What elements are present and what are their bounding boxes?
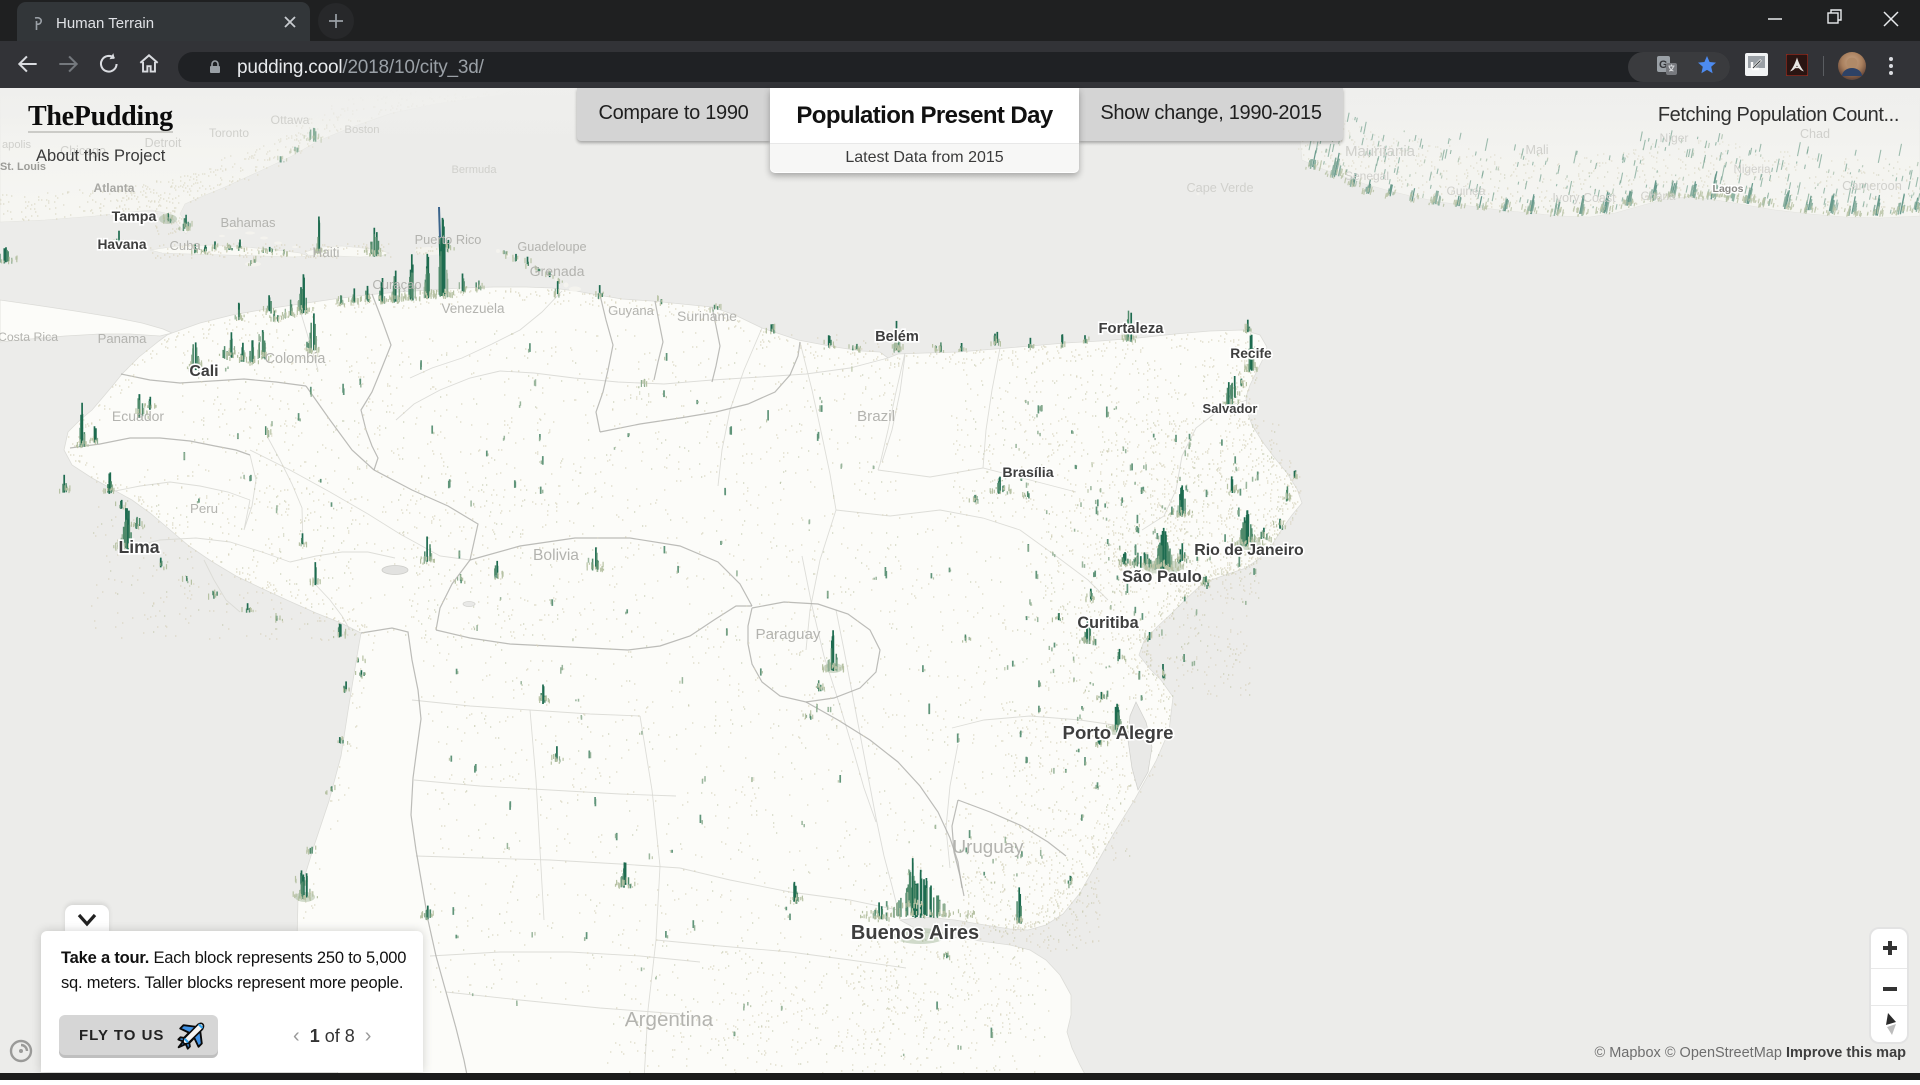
svg-text:Atlanta: Atlanta: [94, 181, 135, 195]
svg-text:Argentina: Argentina: [625, 1008, 714, 1031]
svg-text:Uruguay: Uruguay: [953, 836, 1025, 857]
svg-text:Guadeloupe: Guadeloupe: [517, 240, 586, 254]
svg-text:Havana: Havana: [97, 237, 146, 252]
svg-text:Buenos Aires: Buenos Aires: [851, 922, 979, 944]
svg-text:Guinea: Guinea: [1447, 184, 1486, 198]
svg-text:Bermuda: Bermuda: [451, 164, 497, 176]
svg-text:Mali: Mali: [1525, 143, 1548, 157]
svg-text:apolis: apolis: [2, 139, 31, 151]
svg-text:Guyana: Guyana: [608, 303, 655, 318]
svg-text:Ivory Coast: Ivory Coast: [1552, 191, 1616, 205]
svg-text:Brasília: Brasília: [1002, 465, 1053, 481]
svg-text:Lagos: Lagos: [1713, 183, 1744, 195]
svg-text:Bolivia: Bolivia: [533, 547, 579, 564]
svg-text:Lima: Lima: [118, 537, 159, 557]
svg-text:Puerto Rico: Puerto Rico: [415, 232, 482, 247]
svg-text:Ecuador: Ecuador: [112, 408, 164, 424]
svg-text:Curitiba: Curitiba: [1077, 614, 1139, 632]
svg-text:Nigeria: Nigeria: [1733, 163, 1771, 176]
svg-text:Belém: Belém: [875, 329, 919, 345]
svg-text:Salvador: Salvador: [1203, 401, 1258, 416]
svg-text:Haiti: Haiti: [312, 245, 339, 260]
svg-text:Colombia: Colombia: [265, 351, 326, 367]
svg-text:Paraguay: Paraguay: [755, 626, 820, 643]
svg-text:Ghana: Ghana: [1641, 190, 1676, 203]
svg-text:Venezuela: Venezuela: [441, 301, 505, 316]
svg-text:Grenada: Grenada: [530, 263, 585, 279]
svg-text:Panama: Panama: [98, 331, 147, 346]
svg-text:Mauritania: Mauritania: [1345, 143, 1416, 160]
svg-text:Chad: Chad: [1800, 127, 1830, 141]
svg-text:Cali: Cali: [189, 363, 218, 380]
svg-text:Senegal: Senegal: [1345, 169, 1389, 183]
svg-text:Cameroon: Cameroon: [1842, 178, 1902, 193]
svg-text:Brazil: Brazil: [857, 408, 895, 425]
svg-text:São Paulo: São Paulo: [1122, 568, 1202, 586]
svg-text:Peru: Peru: [190, 501, 218, 516]
svg-text:Tampa: Tampa: [112, 209, 157, 225]
svg-text:Cuba: Cuba: [169, 238, 201, 253]
svg-text:Rio de Janeiro: Rio de Janeiro: [1194, 542, 1304, 559]
svg-text:Fortaleza: Fortaleza: [1099, 321, 1165, 337]
svg-text:Boston: Boston: [344, 124, 379, 136]
svg-text:Bahamas: Bahamas: [221, 215, 276, 230]
svg-text:Porto Alegre: Porto Alegre: [1063, 722, 1174, 743]
svg-text:Ottawa: Ottawa: [271, 113, 310, 127]
svg-text:Recife: Recife: [1230, 346, 1272, 361]
svg-text:Niger: Niger: [1660, 131, 1689, 145]
svg-text:Costa Rica: Costa Rica: [0, 330, 58, 344]
svg-text:Curaçao: Curaçao: [372, 277, 421, 292]
svg-text:Toronto: Toronto: [209, 126, 249, 140]
svg-text:Cape Verde: Cape Verde: [1186, 181, 1253, 195]
svg-text:Suriname: Suriname: [677, 308, 737, 324]
